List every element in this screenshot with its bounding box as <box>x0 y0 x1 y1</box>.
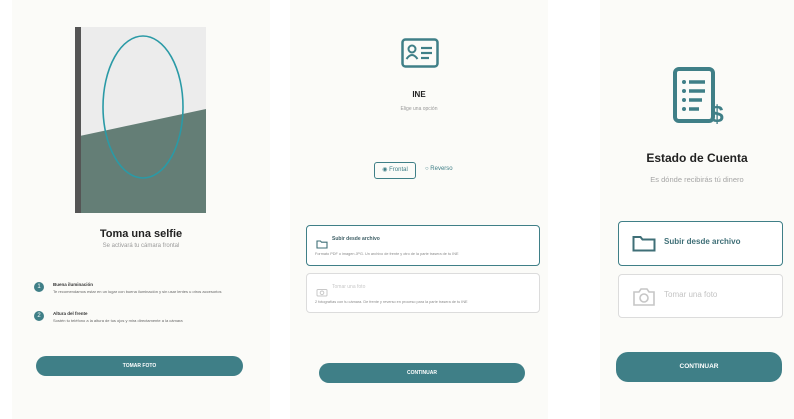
radio-icon: ◉ <box>382 167 388 173</box>
step-number: 1 <box>34 282 44 292</box>
option-description: Formato PDF o imagen JPG. Un archivo de … <box>315 252 459 256</box>
camera-icon <box>632 287 656 312</box>
page-subtitle: Se activará tu cámara frontal <box>102 243 180 249</box>
option-title: Subir desde archivo <box>664 237 741 246</box>
option-title: Tomar una foto <box>332 284 366 290</box>
continue-button[interactable]: CONTINUAR <box>616 352 782 382</box>
page-title: Estado de Cuenta <box>646 151 748 165</box>
step-number: 2 <box>34 311 44 321</box>
radio-icon: ○ <box>425 166 429 172</box>
document-money-icon: $ <box>672 66 728 133</box>
ine-screen: INE Elige una opción ◉ Frontal ○ Reverso… <box>290 0 548 419</box>
take-photo-button[interactable]: TOMAR FOTO <box>36 356 243 376</box>
tab-frontal[interactable]: ◉ Frontal <box>374 162 416 179</box>
selfie-screen: Toma una selfie Se activará tu cámara fr… <box>12 0 270 419</box>
take-photo-option[interactable]: Tomar una foto <box>618 274 783 318</box>
continue-button[interactable]: CONTINUAR <box>319 363 525 383</box>
id-card-icon <box>401 38 439 73</box>
page-subtitle: Es dónde recibirás tú dinero <box>650 175 744 184</box>
account-statement-screen: $ Estado de Cuenta Es dónde recibirás tú… <box>600 0 794 419</box>
tab-label: Frontal <box>389 167 408 173</box>
svg-text:$: $ <box>710 101 724 128</box>
camera-preview <box>75 27 206 213</box>
upload-file-option[interactable]: Subir desde archivo <box>618 221 783 266</box>
tab-label: Reverso <box>430 166 453 172</box>
upload-file-option[interactable]: Subir desde archivo Formato PDF o imagen… <box>306 225 540 266</box>
tip-description: Sostén tu teléfono a la altura de tus oj… <box>53 318 183 323</box>
page-subtitle: Elige una opción <box>400 106 438 112</box>
tip-description: Te recomendamos estar en un lugar con bu… <box>53 289 222 294</box>
folder-icon <box>632 234 656 257</box>
tip-title: Altura del frente <box>53 311 88 316</box>
tab-reverso[interactable]: ○ Reverso <box>425 162 475 177</box>
take-photo-option[interactable]: Tomar una foto 2 fotografías con tu cáma… <box>306 273 540 313</box>
option-title: Subir desde archivo <box>332 236 380 242</box>
option-description: 2 fotografías con tu cámara. De frente y… <box>315 300 468 304</box>
tip-title: Buena iluminación <box>53 282 94 287</box>
option-title: Tomar una foto <box>664 290 718 299</box>
page-title: Toma una selfie <box>99 228 183 240</box>
page-title: INE <box>412 90 426 99</box>
